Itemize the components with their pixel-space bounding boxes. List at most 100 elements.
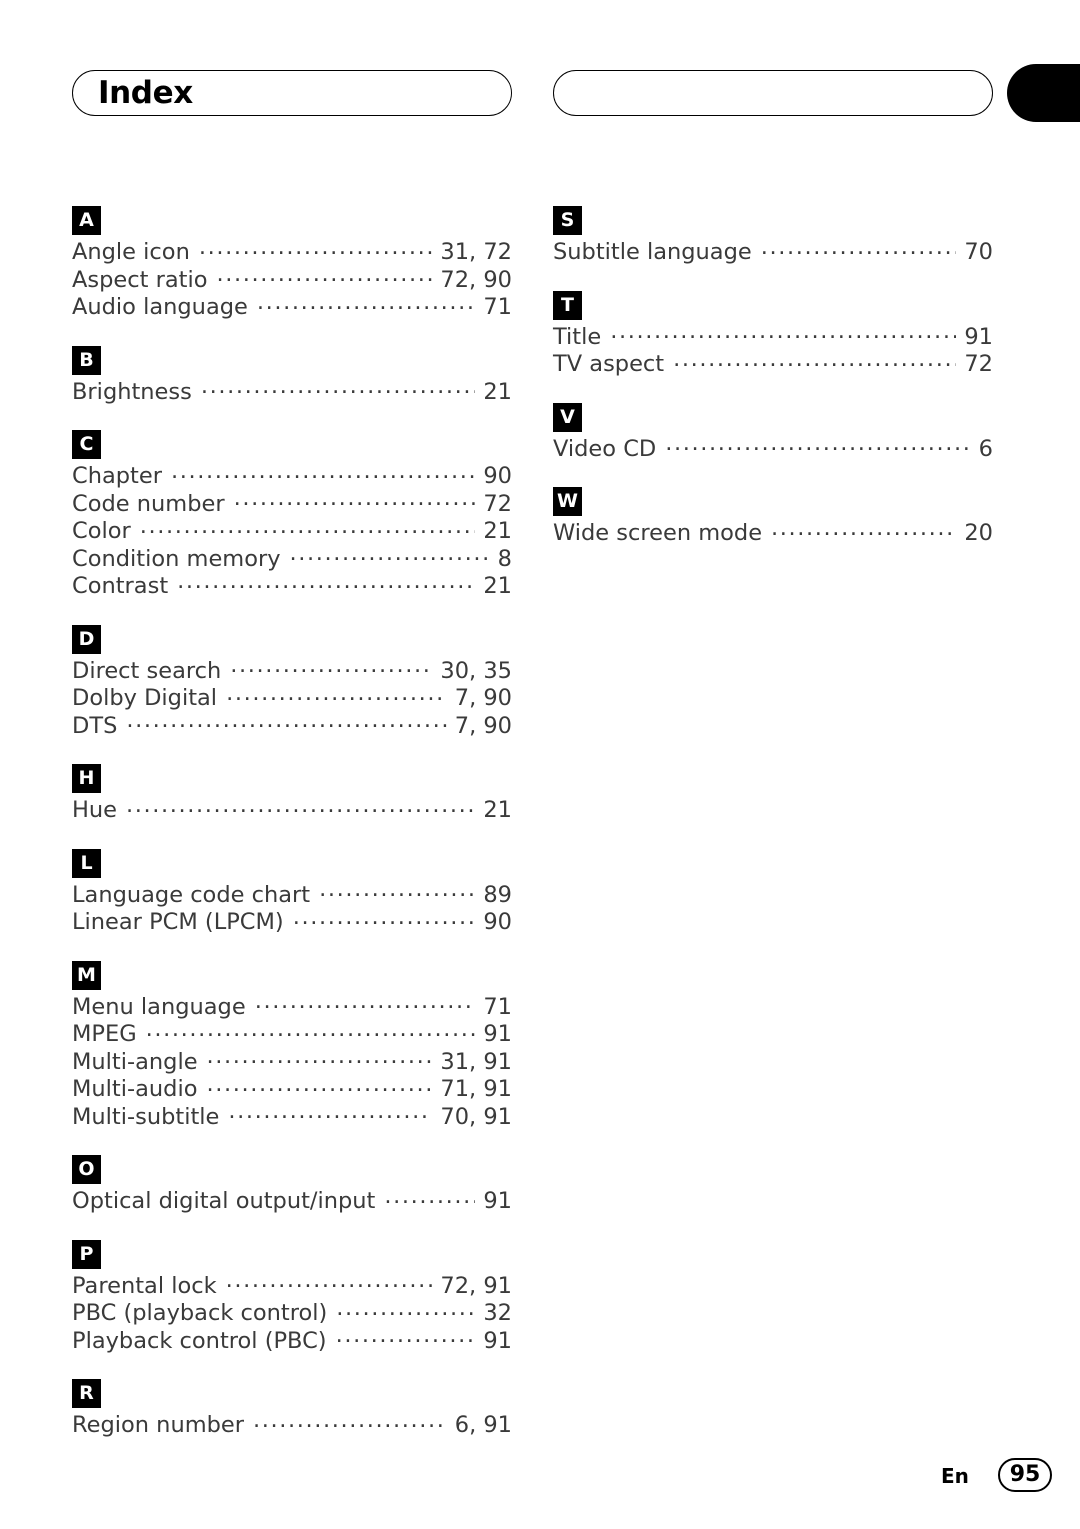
index-entry[interactable]: Parental lock 72, 91 (72, 1273, 512, 1301)
dot-leader (146, 1021, 476, 1041)
index-entry-label: Language code chart (72, 881, 311, 908)
index-entry[interactable]: Multi-subtitle 70, 91 (72, 1104, 512, 1132)
dot-leader (761, 239, 957, 259)
index-column-left: A Angle icon31, 72Aspect ratio72, 90Audio… (72, 206, 512, 1464)
index-section-t: T Title 91 TV aspect 72 (553, 290, 993, 379)
letter-badge-s: S (553, 206, 582, 235)
index-entry[interactable]: Wide screen mode 20 (553, 520, 993, 548)
index-entry[interactable]: Title 91 (553, 324, 993, 352)
index-entry[interactable]: Aspect ratio 72, 90 (72, 267, 512, 295)
index-section-c: C Chapter90Code number72Color21Condition … (72, 430, 512, 601)
letter-badge-l: L (72, 848, 101, 878)
page-title: Index (98, 75, 193, 111)
dot-leader (336, 1300, 475, 1320)
index-section-d: D Direct search30, 35Dolby Digital7, 90DT… (72, 624, 512, 741)
dot-leader (171, 463, 475, 483)
letter-badge-p: P (72, 1239, 101, 1269)
dot-leader (610, 324, 956, 344)
index-entry-page: 31, 91 (440, 1048, 512, 1075)
letter-badge-a: A (72, 206, 101, 235)
index-entry[interactable]: Playback control (PBC) 91 (72, 1328, 512, 1356)
index-entry[interactable]: DTS 7, 90 (72, 713, 512, 741)
index-entry-label: TV aspect (553, 351, 665, 377)
letter-badge-m: M (72, 960, 101, 990)
dot-leader (253, 1412, 447, 1432)
letter-badge-h: H (72, 764, 101, 793)
dot-leader (207, 1049, 433, 1069)
index-entry-page: 21 (483, 797, 512, 823)
dot-leader (234, 491, 476, 511)
index-entry[interactable]: Color 21 (72, 518, 512, 546)
index-entry-label: Aspect ratio (72, 266, 208, 293)
index-entry[interactable]: Audio language 71 (72, 294, 512, 322)
index-entry[interactable]: Direct search 30, 35 (72, 658, 512, 686)
index-entry-page: 91 (483, 1188, 512, 1214)
index-entry-page: 8 (497, 545, 512, 572)
index-entry[interactable]: MPEG 91 (72, 1021, 512, 1049)
index-entry[interactable]: Hue 21 (72, 797, 512, 825)
index-entry-page: 91 (483, 1327, 512, 1354)
dot-leader (257, 294, 476, 314)
index-section-o: O Optical digital output/input 91 (72, 1155, 512, 1216)
index-entry-page: 21 (483, 378, 512, 405)
dot-leader (771, 520, 956, 540)
page-header: Index (0, 0, 1080, 140)
index-entry-page: 72 (964, 351, 993, 377)
index-entry-page: 70 (964, 239, 993, 265)
index-entry[interactable]: Chapter 90 (72, 463, 512, 491)
index-section-r: R Region number 6, 91 (72, 1379, 512, 1440)
index-entry-page: 6 (978, 435, 993, 462)
letter-badge-o: O (72, 1155, 101, 1184)
index-entry-label: Condition memory (72, 545, 281, 572)
index-entry[interactable]: Region number 6, 91 (72, 1412, 512, 1440)
index-entry[interactable]: Contrast 21 (72, 573, 512, 601)
index-entry[interactable]: Menu language 71 (72, 994, 512, 1022)
index-entry-page: 21 (483, 573, 512, 599)
index-entry[interactable]: TV aspect 72 (553, 351, 993, 379)
index-section-p: P Parental lock72, 91PBC (playback contro… (72, 1239, 512, 1356)
edge-thumb-tab (1007, 64, 1080, 122)
letter-badge-d: D (72, 624, 101, 654)
dot-leader (140, 518, 476, 538)
index-entry-page: 71 (483, 294, 512, 320)
index-entry-label: Title (553, 323, 602, 350)
dot-leader (255, 994, 476, 1014)
index-entry-label: Audio language (72, 294, 248, 320)
index-entry-page: 31, 72 (440, 239, 512, 265)
letter-badge-c: C (72, 430, 101, 459)
index-section-b: B Brightness 21 (72, 345, 512, 407)
index-entry[interactable]: Language code chart 89 (72, 882, 512, 910)
index-entry[interactable]: Subtitle language 70 (553, 239, 993, 267)
index-section-a: A Angle icon31, 72Aspect ratio72, 90Audio… (72, 206, 512, 322)
index-entry-label: Hue (72, 797, 118, 823)
dot-leader (201, 379, 476, 399)
letter-badge-t: T (553, 290, 582, 320)
index-entry[interactable]: Code number 72 (72, 491, 512, 519)
index-entry-page: 91 (964, 323, 993, 350)
index-entry-page: 71 (483, 993, 512, 1020)
index-entry[interactable]: Dolby Digital 7, 90 (72, 685, 512, 713)
letter-badge-b: B (72, 345, 101, 375)
dot-leader (230, 658, 432, 678)
index-entry[interactable]: Multi-angle 31, 91 (72, 1049, 512, 1077)
index-entry[interactable]: Linear PCM (LPCM) 90 (72, 909, 512, 937)
letter-badge-r: R (72, 1379, 101, 1408)
index-entry[interactable]: Optical digital output/input 91 (72, 1188, 512, 1216)
index-entry[interactable]: Angle icon 31, 72 (72, 239, 512, 267)
index-entry[interactable]: PBC (playback control) 32 (72, 1300, 512, 1328)
index-entry-page: 21 (483, 518, 512, 544)
letter-badge-v: V (553, 402, 582, 432)
index-entry-label: PBC (playback control) (72, 1300, 328, 1326)
index-entry-label: DTS (72, 712, 118, 739)
index-entry[interactable]: Condition memory 8 (72, 546, 512, 574)
index-entry-label: MPEG (72, 1021, 137, 1047)
index-entry[interactable]: Multi-audio 71, 91 (72, 1076, 512, 1104)
index-entry-label: Dolby Digital (72, 685, 218, 711)
index-entry-page: 30, 35 (440, 657, 512, 684)
index-entry[interactable]: Brightness 21 (72, 379, 512, 407)
index-section-m: MMenu language71MPEG91Multi-angle31, 91M… (72, 960, 512, 1132)
index-entry-label: Multi-angle (72, 1048, 198, 1075)
index-entry[interactable]: Video CD 6 (553, 436, 993, 464)
index-entry-label: Wide screen mode (553, 520, 763, 546)
index-entry-label: Chapter (72, 463, 162, 489)
